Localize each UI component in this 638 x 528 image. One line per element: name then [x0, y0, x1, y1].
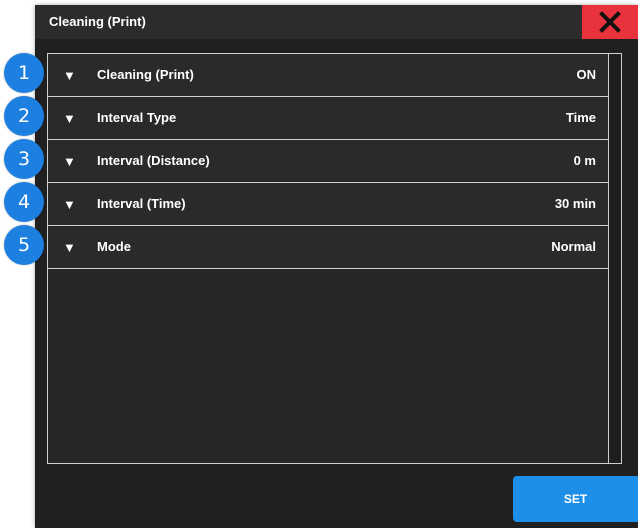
settings-list: ▼ Cleaning (Print) ON ▼ Interval Type Ti…: [47, 53, 622, 464]
callout-badge-2: 2: [4, 96, 44, 136]
setting-row-interval-time[interactable]: ▼ Interval (Time) 30 min: [48, 183, 609, 226]
setting-value: 30 min: [554, 196, 596, 211]
setting-row-interval-distance[interactable]: ▼ Interval (Distance) 0 m: [48, 140, 609, 183]
setting-value: ON: [576, 67, 597, 82]
callout-badge-4: 4: [4, 182, 44, 222]
triangle-down-icon: ▼: [63, 240, 76, 255]
dialog-title: Cleaning (Print): [49, 14, 146, 29]
setting-label: Interval (Distance): [97, 153, 210, 168]
setting-row-cleaning-print[interactable]: ▼ Cleaning (Print) ON: [48, 54, 609, 97]
triangle-down-icon: ▼: [63, 111, 76, 126]
setting-label: Mode: [97, 239, 131, 254]
setting-row-mode[interactable]: ▼ Mode Normal: [48, 226, 609, 269]
setting-label: Interval Type: [97, 110, 177, 125]
triangle-down-icon: ▼: [63, 68, 76, 83]
setting-label: Interval (Time): [97, 196, 186, 211]
cleaning-dialog: Cleaning (Print) ▼ Cleaning (Print) ON ▼…: [35, 5, 638, 528]
setting-label: Cleaning (Print): [97, 67, 194, 82]
callout-badge-5: 5: [4, 225, 44, 265]
setting-value: Normal: [551, 239, 596, 254]
setting-row-interval-type[interactable]: ▼ Interval Type Time: [48, 97, 609, 140]
callout-badge-3: 3: [4, 139, 44, 179]
setting-value: 0 m: [573, 153, 596, 168]
triangle-down-icon: ▼: [63, 154, 76, 169]
callout-badge-1: 1: [4, 53, 44, 93]
set-button[interactable]: SET: [513, 476, 638, 522]
triangle-down-icon: ▼: [63, 197, 76, 212]
close-button[interactable]: [582, 5, 638, 39]
dialog-titlebar: Cleaning (Print): [35, 5, 638, 39]
setting-value: Time: [565, 110, 596, 125]
scrollbar[interactable]: [608, 54, 621, 463]
close-icon: [599, 11, 621, 33]
